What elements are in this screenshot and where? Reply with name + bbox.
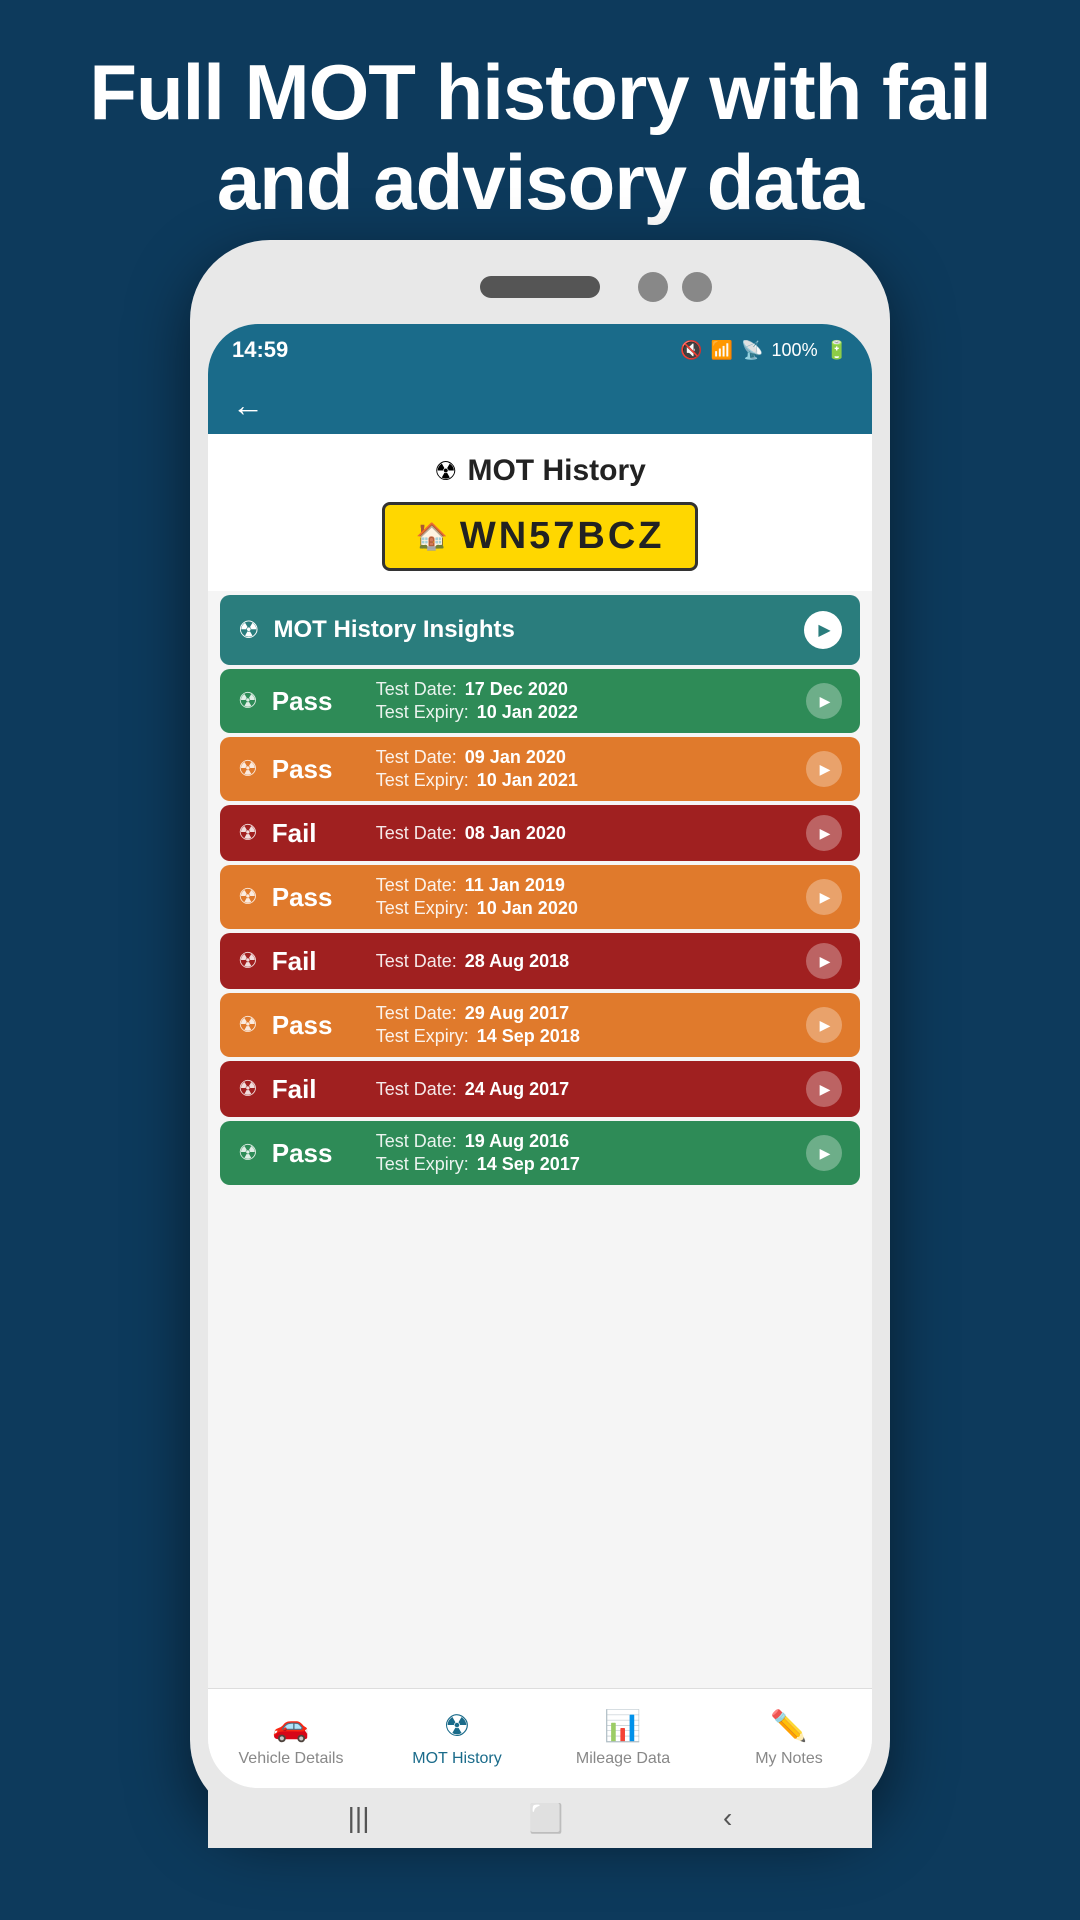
mot-play-btn-2[interactable]	[806, 815, 842, 851]
camera-lens-2	[682, 272, 712, 302]
mot-dates-7: Test Date:19 Aug 2016 Test Expiry:14 Sep…	[376, 1131, 792, 1175]
hero-title: Full MOT history with fail and advisory …	[0, 0, 1080, 257]
phone-screen: 14:59 🔇 📶 📡 100% 🔋 ← ☢ MOT History	[208, 324, 872, 1788]
mot-hazard-icon-3: ☢	[238, 884, 258, 910]
phone-bottom-nav: ||| ⬜ ‹	[208, 1788, 872, 1848]
signal-icon: 📡	[741, 340, 763, 361]
mot-hazard-icon-5: ☢	[238, 1012, 258, 1038]
mot-hazard-icon-1: ☢	[238, 756, 258, 782]
mot-row-4[interactable]: ☢ Fail Test Date:28 Aug 2018	[220, 933, 860, 989]
license-plate: 🏠 WN57BCZ	[382, 502, 697, 571]
tab-notes-icon: ✏️	[770, 1709, 807, 1744]
status-time: 14:59	[232, 337, 288, 363]
mot-dates-6: Test Date:24 Aug 2017	[376, 1079, 792, 1100]
battery-icon: 🔋	[826, 340, 848, 361]
nav-back-icon[interactable]: ‹	[723, 1802, 732, 1834]
nav-lines-icon[interactable]: |||	[348, 1802, 370, 1834]
phone-notch	[208, 258, 872, 318]
tab-mileage-data[interactable]: 📊 Mileage Data	[540, 1689, 706, 1788]
mot-dates-0: Test Date:17 Dec 2020 Test Expiry:10 Jan…	[376, 679, 792, 723]
mot-result-7: Pass	[272, 1138, 362, 1169]
mot-hazard-icon-7: ☢	[238, 1140, 258, 1166]
mot-result-5: Pass	[272, 1010, 362, 1041]
plate-container: 🏠 WN57BCZ	[208, 502, 872, 591]
tab-mileage-icon: 📊	[604, 1709, 641, 1744]
mot-row-0[interactable]: ☢ Pass Test Date:17 Dec 2020 Test Expiry…	[220, 669, 860, 733]
insights-hazard-icon: ☢	[238, 616, 260, 645]
status-icons: 🔇 📶 📡 100% 🔋	[680, 340, 848, 361]
mute-icon: 🔇	[680, 340, 702, 361]
mot-play-btn-5[interactable]	[806, 1007, 842, 1043]
mot-play-btn-0[interactable]	[806, 683, 842, 719]
screen-content: ☢ MOT History 🏠 WN57BCZ ☢ MOT History In…	[208, 434, 872, 1788]
mot-dates-2: Test Date:08 Jan 2020	[376, 823, 792, 844]
mot-hazard-icon-2: ☢	[238, 820, 258, 846]
mot-row-1[interactable]: ☢ Pass Test Date:09 Jan 2020 Test Expiry…	[220, 737, 860, 801]
insights-card[interactable]: ☢ MOT History Insights	[220, 595, 860, 665]
mot-title-icon: ☢	[434, 456, 457, 487]
mot-hazard-icon-6: ☢	[238, 1076, 258, 1102]
wifi-icon: 📶	[711, 340, 733, 361]
mot-result-1: Pass	[272, 754, 362, 785]
tab-mot-label: MOT History	[412, 1750, 501, 1768]
mot-dates-5: Test Date:29 Aug 2017 Test Expiry:14 Sep…	[376, 1003, 792, 1047]
mot-row-6[interactable]: ☢ Fail Test Date:24 Aug 2017	[220, 1061, 860, 1117]
mot-result-6: Fail	[272, 1074, 362, 1105]
mot-play-btn-6[interactable]	[806, 1071, 842, 1107]
mot-title-bar: ☢ MOT History	[208, 434, 872, 502]
tab-mot-history[interactable]: ☢ MOT History	[374, 1689, 540, 1788]
mot-play-btn-1[interactable]	[806, 751, 842, 787]
mot-play-btn-4[interactable]	[806, 943, 842, 979]
tab-bar: 🚗 Vehicle Details ☢ MOT History 📊 Mileag…	[208, 1688, 872, 1788]
back-button[interactable]: ←	[232, 387, 264, 424]
mot-hazard-icon-4: ☢	[238, 948, 258, 974]
tab-mot-icon: ☢	[444, 1709, 471, 1744]
battery-text: 100%	[772, 340, 818, 361]
mot-row-3[interactable]: ☢ Pass Test Date:11 Jan 2019 Test Expiry…	[220, 865, 860, 929]
mot-dates-4: Test Date:28 Aug 2018	[376, 951, 792, 972]
tab-vehicle-details[interactable]: 🚗 Vehicle Details	[208, 1689, 374, 1788]
mot-result-4: Fail	[272, 946, 362, 977]
tab-vehicle-label: Vehicle Details	[239, 1750, 344, 1768]
mot-result-0: Pass	[272, 686, 362, 717]
tab-notes-label: My Notes	[755, 1750, 823, 1768]
mot-history-title: MOT History	[467, 454, 645, 488]
mot-dates-3: Test Date:11 Jan 2019 Test Expiry:10 Jan…	[376, 875, 792, 919]
mot-list: ☢ MOT History Insights ☢ Pass Test Date:…	[208, 591, 872, 1688]
speaker	[480, 276, 600, 298]
nav-bar: ←	[208, 376, 872, 434]
camera-lens-1	[638, 272, 668, 302]
plate-icon: 🏠	[415, 521, 447, 552]
mot-hazard-icon-0: ☢	[238, 688, 258, 714]
mot-result-2: Fail	[272, 818, 362, 849]
insights-play-button[interactable]	[804, 611, 842, 649]
tab-car-icon: 🚗	[272, 1709, 309, 1744]
nav-home-icon[interactable]: ⬜	[529, 1802, 564, 1835]
mot-row-7[interactable]: ☢ Pass Test Date:19 Aug 2016 Test Expiry…	[220, 1121, 860, 1185]
status-bar: 14:59 🔇 📶 📡 100% 🔋	[208, 324, 872, 376]
insights-label: MOT History Insights	[274, 616, 790, 644]
mot-play-btn-3[interactable]	[806, 879, 842, 915]
mot-play-btn-7[interactable]	[806, 1135, 842, 1171]
plate-number: WN57BCZ	[460, 515, 665, 558]
tab-my-notes[interactable]: ✏️ My Notes	[706, 1689, 872, 1788]
mot-dates-1: Test Date:09 Jan 2020 Test Expiry:10 Jan…	[376, 747, 792, 791]
mot-row-5[interactable]: ☢ Pass Test Date:29 Aug 2017 Test Expiry…	[220, 993, 860, 1057]
tab-mileage-label: Mileage Data	[576, 1750, 670, 1768]
mot-row-2[interactable]: ☢ Fail Test Date:08 Jan 2020	[220, 805, 860, 861]
camera-group	[638, 272, 712, 302]
phone-frame: 14:59 🔇 📶 📡 100% 🔋 ← ☢ MOT History	[190, 240, 890, 1820]
mot-result-3: Pass	[272, 882, 362, 913]
